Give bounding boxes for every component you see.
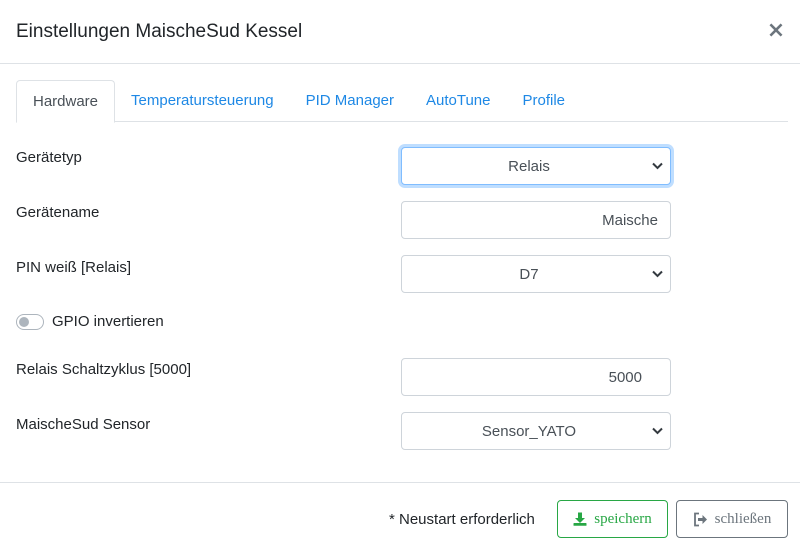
chevron-down-icon xyxy=(644,427,670,435)
device-type-value: Relais xyxy=(508,157,550,175)
relay-cycle-label: Relais Schaltzyklus [5000] xyxy=(16,361,192,378)
tab-bar: Hardware Temperatursteuerung PID Manager… xyxy=(16,80,788,123)
chevron-down-icon xyxy=(644,270,670,278)
device-type-select[interactable]: Relais xyxy=(401,147,671,185)
tab-profile[interactable]: Profile xyxy=(507,80,582,122)
close-icon[interactable]: × xyxy=(764,18,788,44)
modal-header: Einstellungen MaischeSud Kessel × xyxy=(0,0,800,64)
toggle-knob xyxy=(19,317,29,327)
device-type-label: Gerätetyp xyxy=(16,149,82,166)
pin-label: PIN weiß [Relais] xyxy=(16,259,132,276)
sensor-label: MaischeSud Sensor xyxy=(16,416,151,433)
close-button-label: schließen xyxy=(714,510,772,527)
gpio-invert-toggle[interactable] xyxy=(16,314,44,330)
tab-hardware[interactable]: Hardware xyxy=(16,80,116,123)
modal-title: Einstellungen MaischeSud Kessel xyxy=(16,21,303,42)
gpio-invert-row: GPIO invertieren xyxy=(16,312,164,332)
sensor-value: Sensor_YATO xyxy=(481,422,577,440)
restart-note: * Neustart erforderlich xyxy=(389,511,535,528)
save-button-label: speichern xyxy=(594,510,652,527)
tab-pid-manager[interactable]: PID Manager xyxy=(290,80,410,122)
download-icon xyxy=(573,512,587,526)
sensor-select[interactable]: Sensor_YATO xyxy=(401,412,671,450)
close-button[interactable]: schließen xyxy=(676,500,788,538)
gpio-invert-label: GPIO invertieren xyxy=(52,313,164,330)
device-name-label: Gerätename xyxy=(16,204,100,221)
sign-out-icon xyxy=(693,512,708,527)
save-button[interactable]: speichern xyxy=(557,500,668,538)
tab-autotune[interactable]: AutoTune xyxy=(410,80,507,122)
settings-modal: Einstellungen MaischeSud Kessel × Hardwa… xyxy=(0,0,800,550)
device-name-input[interactable] xyxy=(401,201,671,239)
pin-value: D7 xyxy=(519,265,539,283)
pin-select[interactable]: D7 xyxy=(401,255,671,293)
chevron-down-icon xyxy=(644,162,670,170)
tab-temperatursteuerung[interactable]: Temperatursteuerung xyxy=(115,80,290,122)
modal-footer: * Neustart erforderlich speichern schlie… xyxy=(0,482,800,550)
relay-cycle-input[interactable] xyxy=(401,358,671,396)
